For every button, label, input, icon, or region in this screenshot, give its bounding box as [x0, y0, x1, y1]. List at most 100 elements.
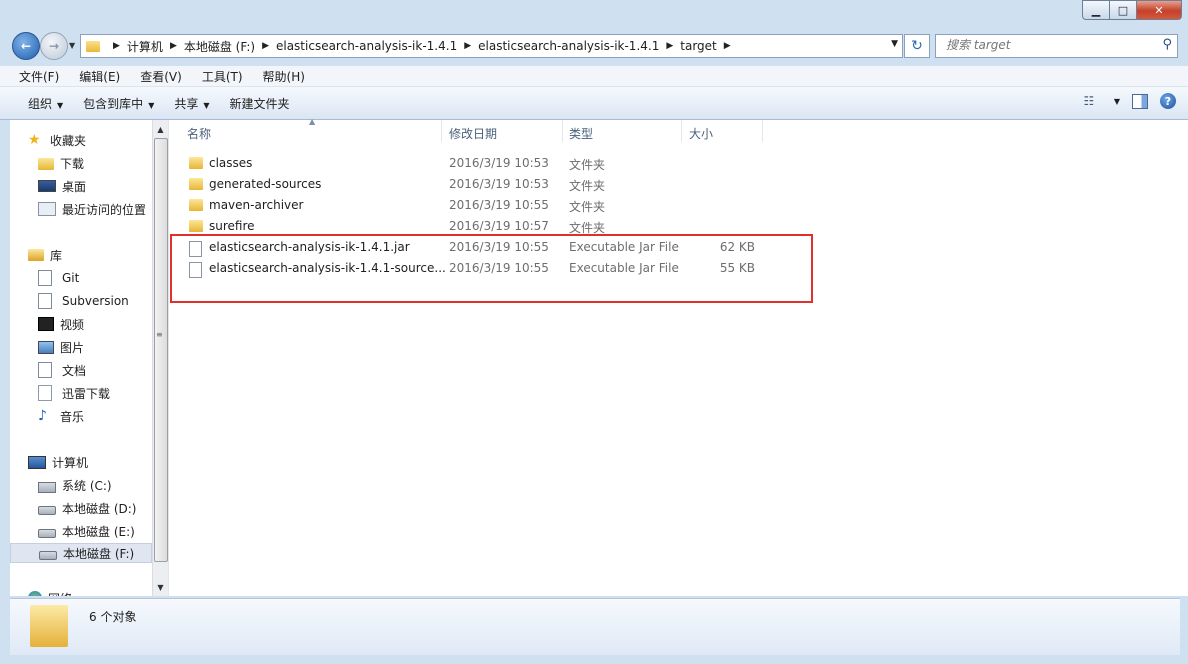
column-divider[interactable] [681, 120, 682, 142]
maximize-button[interactable]: □ [1110, 0, 1137, 20]
breadcrumb-separator-icon[interactable]: ▶ [262, 41, 269, 51]
folder-icon [189, 220, 203, 232]
back-arrow-icon: ← [20, 39, 32, 53]
breadcrumb-target[interactable]: target [680, 39, 717, 53]
view-dropdown-icon[interactable]: ▼ [1114, 97, 1120, 106]
nav-thunder-label: 迅雷下载 [62, 386, 111, 401]
breadcrumb-separator-icon[interactable]: ▶ [464, 41, 471, 51]
nav-drive-f-label: 本地磁盘 (F:) [63, 546, 135, 561]
details-pane: 6 个对象 [10, 598, 1180, 655]
file-name: surefire [209, 219, 255, 233]
file-row[interactable]: maven-archiver 2016/3/19 10:55 文件夹 [169, 195, 1188, 216]
scroll-up-icon[interactable]: ▲ [153, 121, 168, 137]
nav-drive-d[interactable]: 本地磁盘 (D:) [38, 498, 136, 518]
close-button[interactable]: ✕ [1137, 0, 1182, 20]
nav-recent-label: 最近访问的位置 [62, 202, 147, 217]
nav-scrollbar[interactable]: ▲ ≡ ▼ [152, 120, 168, 596]
column-header-type[interactable]: 类型 [569, 120, 593, 146]
menu-edit[interactable]: 编辑(E) [65, 68, 126, 85]
nav-desktop-label: 桌面 [62, 179, 87, 194]
nav-drive-d-label: 本地磁盘 (D:) [62, 501, 137, 516]
highlight-annotation-box [170, 234, 813, 303]
menu-tools[interactable]: 工具(T) [188, 68, 249, 85]
breadcrumb-separator-icon[interactable]: ▶ [724, 41, 731, 51]
column-divider[interactable] [762, 120, 763, 142]
preview-pane-icon[interactable] [1132, 93, 1148, 109]
organize-button[interactable]: 组织 ▼ [0, 95, 71, 112]
nav-drive-c[interactable]: 系统 (C:) [38, 475, 112, 495]
video-icon [38, 317, 54, 331]
nav-drive-f[interactable]: 本地磁盘 (F:) [10, 543, 152, 563]
file-modified: 2016/3/19 10:55 [449, 198, 549, 212]
nav-libraries[interactable]: 库 [28, 245, 62, 265]
command-toolbar: 组织 ▼ 包含到库中 ▼ 共享 ▼ 新建文件夹 ☷ ▼ ? [0, 87, 1188, 120]
git-library-icon [38, 270, 52, 286]
share-label: 共享 [174, 96, 199, 111]
folder-icon [189, 199, 203, 211]
menu-file[interactable]: 文件(F) [0, 68, 65, 85]
folder-icon [189, 157, 203, 169]
nav-thunder[interactable]: 迅雷下载 [38, 383, 110, 403]
nav-pictures[interactable]: 图片 [38, 337, 84, 357]
breadcrumb-drive-f[interactable]: 本地磁盘 (F:) [184, 38, 255, 55]
nav-computer-label: 计算机 [52, 455, 89, 470]
file-row[interactable]: generated-sources 2016/3/19 10:53 文件夹 [169, 174, 1188, 195]
new-folder-button[interactable]: 新建文件夹 [218, 95, 298, 112]
nav-recent[interactable]: 最近访问的位置 [38, 199, 146, 219]
history-dropdown-icon[interactable]: ▼ [69, 41, 75, 50]
include-library-button[interactable]: 包含到库中 ▼ [71, 95, 162, 112]
drive-icon [39, 551, 57, 560]
item-count: 6 个对象 [89, 610, 137, 624]
scroll-thumb[interactable] [154, 138, 168, 562]
back-button[interactable]: ← [12, 32, 40, 60]
nav-computer[interactable]: 计算机 [28, 452, 88, 472]
column-header-name-label: 名称 [187, 126, 212, 141]
search-field[interactable]: ⚲ [935, 34, 1178, 58]
menu-view[interactable]: 查看(V) [126, 68, 188, 85]
drive-icon [38, 529, 56, 538]
star-icon: ★ [28, 132, 41, 148]
breadcrumb-project-inner[interactable]: elasticsearch-analysis-ik-1.4.1 [478, 39, 659, 53]
column-header-name[interactable]: 名称 [187, 120, 211, 146]
search-icon[interactable]: ⚲ [1162, 37, 1172, 52]
window-controls: ▁ □ ✕ [1082, 0, 1182, 20]
nav-downloads[interactable]: 下载 [38, 153, 84, 173]
view-options-icon[interactable]: ☷ [1081, 94, 1097, 108]
search-input[interactable] [936, 35, 1146, 55]
nav-libraries-label: 库 [50, 248, 63, 263]
music-icon: ♪ [38, 408, 47, 424]
forward-button[interactable]: → [40, 32, 68, 60]
nav-drive-e[interactable]: 本地磁盘 (E:) [38, 521, 135, 541]
address-dropdown-icon[interactable]: ▼ [891, 39, 898, 49]
nav-music[interactable]: ♪ 音乐 [38, 406, 84, 426]
help-icon[interactable]: ? [1160, 93, 1176, 109]
pictures-icon [38, 340, 54, 354]
column-header-modified[interactable]: 修改日期 [449, 120, 497, 146]
address-bar[interactable]: ▶ 计算机 ▶ 本地磁盘 (F:) ▶ elasticsearch-analys… [80, 34, 903, 58]
nav-favorites[interactable]: ★ 收藏夹 [28, 130, 86, 150]
refresh-button[interactable]: ↻ [904, 34, 930, 58]
breadcrumb-separator-icon[interactable]: ▶ [666, 41, 673, 51]
breadcrumb-separator-icon[interactable]: ▶ [113, 41, 120, 51]
file-type: 文件夹 [569, 179, 606, 193]
nav-videos[interactable]: 视频 [38, 314, 84, 334]
folder-icon [189, 178, 203, 190]
column-header-size[interactable]: 大小 [689, 120, 713, 146]
nav-subversion[interactable]: Subversion [38, 291, 129, 311]
minimize-button[interactable]: ▁ [1082, 0, 1110, 20]
nav-desktop[interactable]: 桌面 [38, 176, 86, 196]
organize-label: 组织 [28, 96, 53, 111]
nav-git[interactable]: Git [38, 268, 79, 288]
nav-documents[interactable]: 文档 [38, 360, 86, 380]
column-divider[interactable] [441, 120, 442, 142]
column-divider[interactable] [562, 120, 563, 142]
file-row[interactable]: classes 2016/3/19 10:53 文件夹 [169, 153, 1188, 174]
nav-network[interactable]: 网络 [28, 588, 72, 596]
breadcrumb-separator-icon[interactable]: ▶ [170, 41, 177, 51]
maximize-icon: □ [1117, 3, 1129, 17]
breadcrumb-project[interactable]: elasticsearch-analysis-ik-1.4.1 [276, 39, 457, 53]
scroll-down-icon[interactable]: ▼ [153, 579, 168, 595]
share-button[interactable]: 共享 ▼ [162, 95, 217, 112]
breadcrumb-computer[interactable]: 计算机 [127, 38, 163, 55]
menu-help[interactable]: 帮助(H) [249, 68, 311, 85]
